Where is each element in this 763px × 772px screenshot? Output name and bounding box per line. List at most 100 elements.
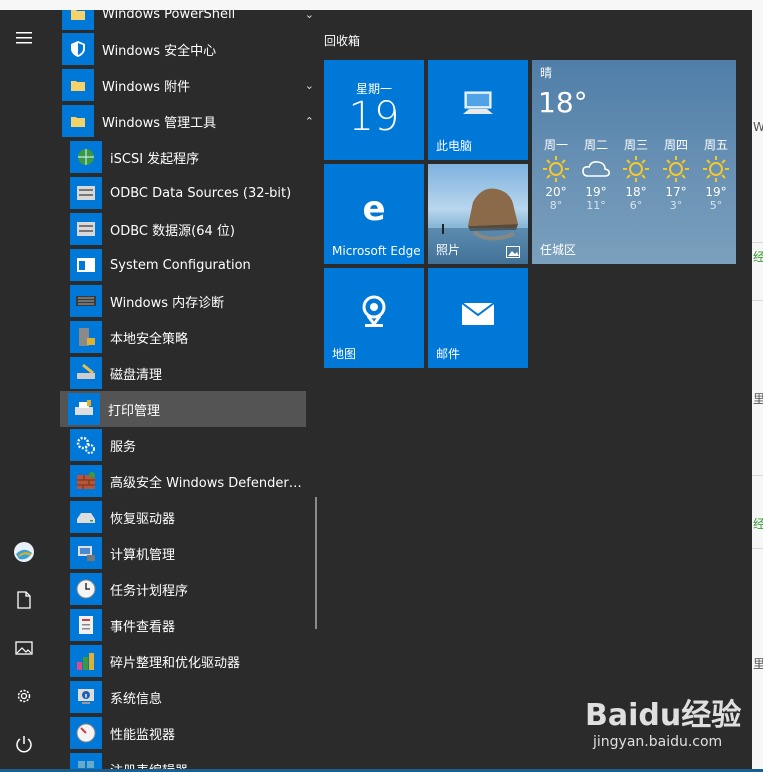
app-defender-firewall[interactable]: 高级安全 Windows Defender 防...	[62, 463, 314, 499]
printer-icon	[68, 393, 100, 425]
bg-divider	[752, 475, 763, 476]
forecast-low: 11°	[586, 199, 606, 212]
weather-location: 任城区	[540, 243, 577, 257]
forecast-low: 3°	[669, 199, 683, 212]
tile-label: 地图	[332, 347, 357, 361]
folder-icon	[62, 105, 94, 137]
app-system-configuration[interactable]: System Configuration	[62, 247, 314, 283]
app-defragment[interactable]: 碎片整理和优化驱动器	[62, 643, 314, 679]
app-label: 磁盘清理	[110, 367, 163, 383]
forecast-high: 18°	[625, 185, 647, 199]
forecast-day-name: 周五	[703, 138, 728, 152]
defrag-icon	[70, 645, 102, 677]
security-policy-icon	[70, 321, 102, 353]
globe-icon	[70, 141, 102, 173]
calendar-tile[interactable]: 星期一 19	[324, 60, 424, 160]
disk-cleanup-icon	[70, 357, 102, 389]
app-list-scrollbar[interactable]	[315, 497, 317, 629]
edge-tile[interactable]: e Microsoft Edge	[324, 164, 424, 264]
picture-icon[interactable]	[0, 628, 48, 668]
app-label: 任务计划程序	[110, 583, 189, 599]
forecast-high: 19°	[705, 185, 727, 199]
forecast-day: 周五 19° 5°	[696, 136, 736, 212]
sun-icon	[656, 153, 696, 185]
sun-icon	[696, 153, 736, 185]
folder-icon	[62, 69, 94, 101]
app-event-viewer[interactable]: 事件查看器	[62, 607, 314, 643]
folder-icon	[62, 10, 94, 30]
document-icon[interactable]	[0, 580, 48, 620]
folder-windows-admin-tools[interactable]: Windows 管理工具 ⌃	[62, 103, 314, 139]
bg-text-fragment: 经验	[753, 250, 763, 264]
app-system-information[interactable]: 系统信息	[62, 679, 314, 715]
app-services[interactable]: 服务	[62, 427, 314, 463]
watermark-url: jingyan.baidu.com	[593, 734, 723, 750]
forecast-low: 5°	[709, 199, 723, 212]
maps-tile[interactable]: 地图	[324, 268, 424, 368]
app-performance-monitor[interactable]: 性能监视器	[62, 715, 314, 751]
photos-badge-icon	[506, 246, 520, 258]
forecast-day: 周一 20° 8°	[536, 136, 576, 212]
app-odbc-32[interactable]: ODBC Data Sources (32-bit)	[62, 175, 314, 211]
forecast-high: 19°	[585, 185, 607, 199]
hamburger-icon[interactable]	[0, 18, 48, 58]
event-log-icon	[70, 609, 102, 641]
folder-label: Windows PowerShell	[102, 10, 236, 22]
bg-text-fragment: 经验	[753, 517, 763, 531]
bg-divider	[752, 242, 763, 243]
tile-label: 邮件	[436, 347, 461, 361]
forecast-day: 周四 17° 3°	[656, 136, 696, 212]
info-monitor-icon	[70, 681, 102, 713]
gauge-icon	[70, 717, 102, 749]
forecast-low: 8°	[549, 199, 563, 212]
app-label: Windows 安全中心	[102, 43, 217, 59]
memory-chip-icon	[70, 285, 102, 317]
app-memory-diagnostic[interactable]: Windows 内存诊断	[62, 283, 314, 319]
weather-temperature: 18°	[538, 86, 588, 119]
app-list: Windows PowerShell ⌄ Windows 安全中心 Window…	[48, 10, 314, 772]
clock-icon	[70, 573, 102, 605]
app-iscsi-initiator[interactable]: iSCSI 发起程序	[62, 139, 314, 175]
avatar-icon[interactable]	[0, 532, 48, 572]
forecast-day-name: 周三	[623, 138, 648, 152]
gear-icon[interactable]	[0, 676, 48, 716]
tile-label: 照片	[436, 243, 461, 257]
bg-text-fragment: Wi	[753, 120, 763, 134]
forecast-high: 17°	[665, 185, 687, 199]
start-rail	[0, 10, 48, 772]
app-recovery-drive[interactable]: 恢复驱动器	[62, 499, 314, 535]
app-computer-management[interactable]: 计算机管理	[62, 535, 314, 571]
app-print-management[interactable]: 打印管理	[60, 391, 306, 427]
app-label: 服务	[110, 439, 137, 455]
tiles-area: 回收箱 星期一 19 此电脑 e Microsoft Edge 照片 晴 18°…	[324, 10, 744, 772]
folder-label: Windows 管理工具	[102, 115, 217, 131]
app-odbc-64[interactable]: ODBC 数据源(64 位)	[62, 211, 314, 247]
weather-condition: 晴	[540, 66, 553, 80]
forecast-day-name: 周四	[663, 138, 688, 152]
computer-management-icon	[70, 537, 102, 569]
bg-text-fragment: 里轴	[753, 657, 763, 671]
folder-windows-accessories[interactable]: Windows 附件 ⌄	[62, 67, 314, 103]
this-pc-tile[interactable]: 此电脑	[428, 60, 528, 160]
database-icon	[70, 177, 102, 209]
app-label: System Configuration	[110, 257, 251, 273]
chevron-down-icon: ⌄	[304, 10, 314, 21]
app-disk-cleanup[interactable]: 磁盘清理	[62, 355, 314, 391]
database-icon	[70, 213, 102, 245]
app-windows-security[interactable]: Windows 安全中心	[62, 31, 314, 67]
app-local-security-policy[interactable]: 本地安全策略	[62, 319, 314, 355]
photos-tile[interactable]: 照片	[428, 164, 528, 264]
forecast-low: 6°	[629, 199, 643, 212]
app-label: ODBC Data Sources (32-bit)	[110, 185, 292, 201]
power-icon[interactable]	[0, 724, 48, 764]
weather-tile[interactable]: 晴 18° 周一 20° 8° 周二 19° 11° 周三 18° 6° 周四 …	[532, 60, 736, 264]
app-task-scheduler[interactable]: 任务计划程序	[62, 571, 314, 607]
bg-divider	[752, 300, 763, 301]
app-label: iSCSI 发起程序	[110, 151, 200, 167]
app-label: ODBC 数据源(64 位)	[110, 223, 235, 239]
app-label: 高级安全 Windows Defender 防...	[110, 475, 305, 491]
folder-windows-powershell[interactable]: Windows PowerShell ⌄	[62, 10, 314, 32]
bg-text-fragment: 里轴	[753, 392, 763, 406]
app-label: 本地安全策略	[110, 331, 189, 347]
mail-tile[interactable]: 邮件	[428, 268, 528, 368]
